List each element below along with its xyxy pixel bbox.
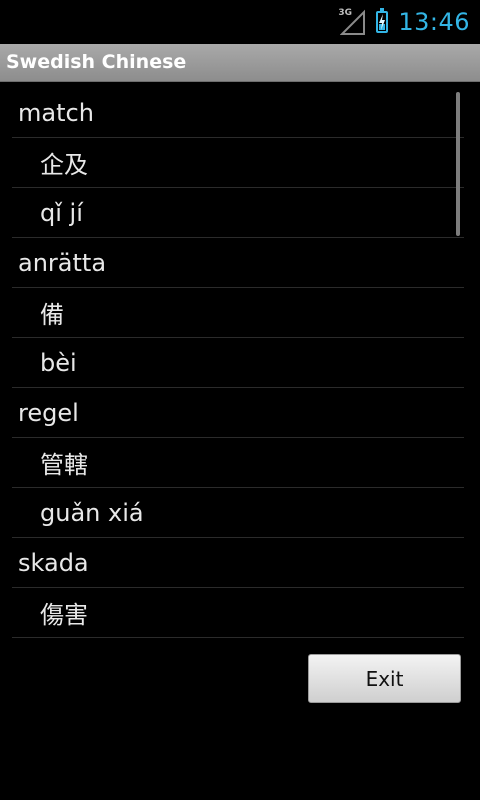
- word-list[interactable]: match 企及 qǐ jí anrätta 備 bèi regel 管轄 gu…: [12, 88, 464, 638]
- list-item-translation[interactable]: 管轄: [12, 438, 464, 488]
- list-item-word[interactable]: regel: [12, 388, 464, 438]
- exit-button[interactable]: Exit: [308, 654, 461, 703]
- list-item-translation[interactable]: 傷害: [12, 588, 464, 638]
- charging-bolt-icon: [379, 14, 386, 30]
- list-item-pinyin[interactable]: bèi: [12, 338, 464, 388]
- list-item-translation[interactable]: 企及: [12, 138, 464, 188]
- list-item-pinyin[interactable]: qǐ jí: [12, 188, 464, 238]
- list-item-word[interactable]: skada: [12, 538, 464, 588]
- battery-charging-icon: [376, 8, 389, 33]
- status-icons: 3G 13:46: [338, 0, 470, 44]
- status-bar: 3G 13:46: [0, 0, 480, 44]
- list-item-word[interactable]: anrätta: [12, 238, 464, 288]
- list-item-word[interactable]: match: [12, 88, 464, 138]
- clock: 13:46: [398, 8, 470, 36]
- list-scrollbar[interactable]: [456, 92, 460, 236]
- signal-icon: 3G: [338, 8, 366, 36]
- list-item-pinyin[interactable]: guǎn xiá: [12, 488, 464, 538]
- title-bar: Swedish Chinese: [0, 44, 480, 82]
- network-type-label: 3G: [338, 8, 352, 18]
- app-title: Swedish Chinese: [6, 51, 187, 73]
- list-item-translation[interactable]: 備: [12, 288, 464, 338]
